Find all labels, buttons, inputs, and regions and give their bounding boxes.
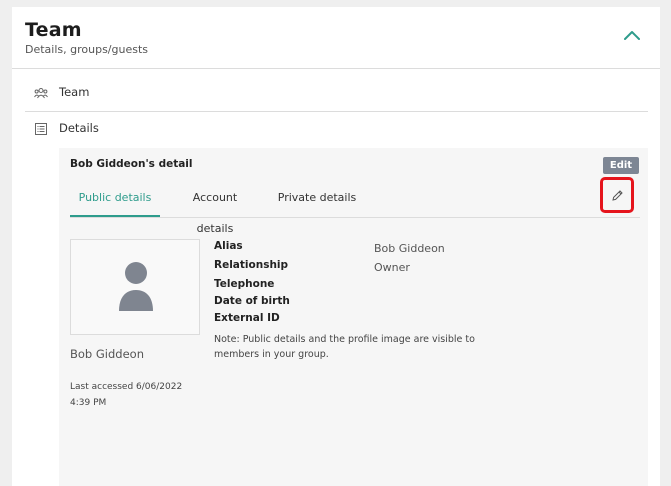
- field-label-external-id: External ID: [214, 312, 280, 324]
- field-value-alias: Bob Giddeon: [374, 242, 445, 255]
- details-panel: Bob Giddeon's detail Edit Public details…: [59, 148, 648, 486]
- field-label-date-of-birth: Date of birth: [214, 295, 290, 307]
- group-icon: [34, 88, 48, 99]
- section-details[interactable]: Details: [25, 111, 648, 147]
- team-card: Team Details, groups/guests Team Details…: [12, 7, 660, 486]
- panel-title: Bob Giddeon's detail: [70, 158, 193, 170]
- field-label-telephone: Telephone: [214, 278, 275, 290]
- user-silhouette-icon: [119, 262, 153, 311]
- pencil-icon: [612, 190, 623, 201]
- field-label-relationship: Relationship: [214, 259, 289, 271]
- list-icon: [35, 123, 47, 135]
- chevron-up-icon: [624, 31, 640, 40]
- profile-name: Bob Giddeon: [70, 347, 144, 361]
- privacy-note: Note: Public details and the profile ima…: [214, 334, 475, 360]
- field-value-relationship: Owner: [374, 261, 410, 274]
- section-details-label: Details: [59, 121, 99, 135]
- section-team-label: Team: [59, 85, 90, 99]
- avatar: [70, 239, 200, 335]
- card-header[interactable]: Team Details, groups/guests: [12, 7, 660, 69]
- details-tabs: Public details Account details Private d…: [70, 182, 640, 235]
- edit-tooltip: Edit: [603, 157, 639, 174]
- tab-public-details[interactable]: Public details: [70, 182, 160, 217]
- field-label-alias: Alias: [214, 240, 243, 252]
- tab-account-details[interactable]: Account details: [173, 182, 257, 235]
- collapse-button[interactable]: [620, 25, 644, 45]
- page-subtitle: Details, groups/guests: [25, 43, 149, 56]
- last-accessed: Last accessed 6/06/2022 4:39 PM: [70, 382, 183, 408]
- page-title: Team: [25, 19, 82, 41]
- edit-button[interactable]: [600, 177, 634, 213]
- tab-private-details[interactable]: Private details: [277, 182, 357, 215]
- section-team[interactable]: Team: [25, 75, 648, 112]
